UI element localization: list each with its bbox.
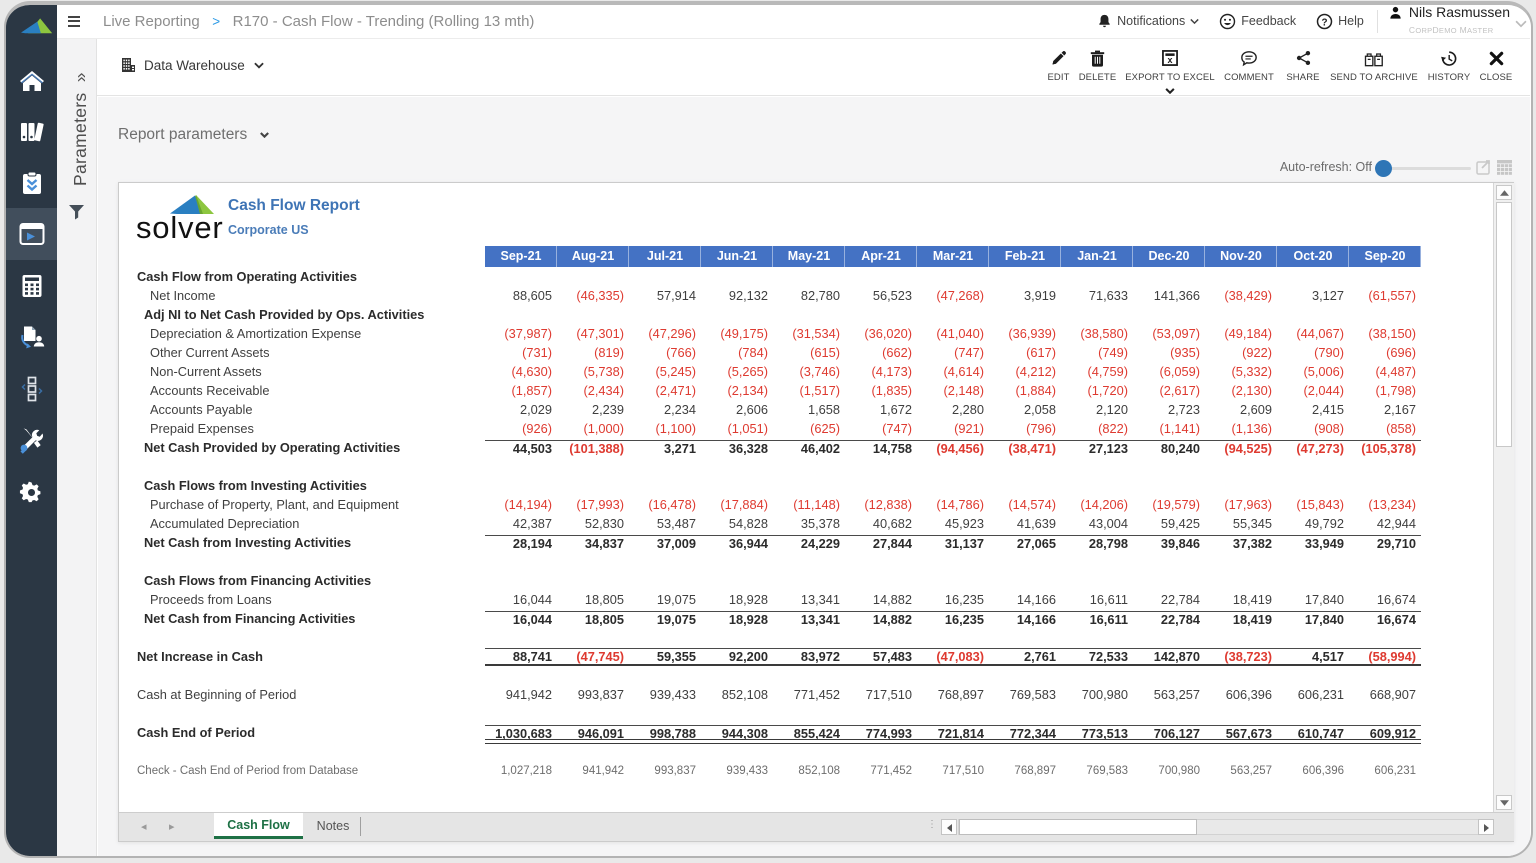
svg-text:x: x: [1168, 55, 1173, 65]
svg-text:?: ?: [1322, 17, 1328, 28]
